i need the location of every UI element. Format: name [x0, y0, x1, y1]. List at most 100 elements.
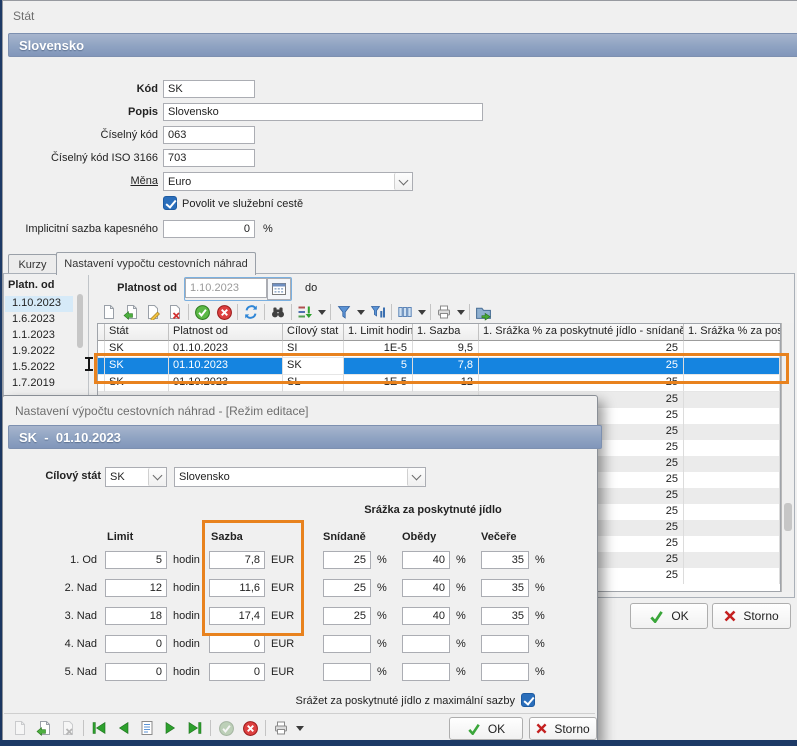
sazba-input-3[interactable]	[209, 607, 265, 625]
cilovy-stat-name-combo[interactable]: Slovensko	[174, 467, 426, 487]
table-scrollbar-thumb[interactable]	[784, 503, 792, 531]
table-row[interactable]: SK 01.10.2023 SL 1E-5 12 25	[98, 375, 780, 392]
limit-input-3[interactable]	[105, 607, 167, 625]
table-scrollbar[interactable]	[781, 323, 794, 592]
cell-limit: 5	[344, 358, 413, 375]
sazba-input-4[interactable]	[209, 635, 265, 653]
limit-input-2[interactable]	[105, 579, 167, 597]
tab-nastaveni-nahrad[interactable]: Nastavení vypočtu cestovních náhrad	[56, 252, 256, 275]
platn-item[interactable]: 1.10.2023	[5, 296, 73, 312]
sort-dropdown-caret[interactable]	[318, 310, 326, 315]
accept-icon[interactable]	[217, 719, 235, 737]
columns-icon[interactable]	[396, 303, 414, 321]
ok-button[interactable]: OK	[630, 603, 708, 629]
platn-item[interactable]: 1.6.2023	[5, 312, 73, 328]
columns-dropdown-caret[interactable]	[418, 310, 426, 315]
iso-kod-input[interactable]	[163, 149, 255, 167]
cilovy-stat-code-combo[interactable]: SK	[105, 467, 167, 487]
nav-prev-icon[interactable]	[114, 719, 132, 737]
cancel-icon[interactable]	[215, 303, 233, 321]
col-header[interactable]: 1. Limit hodin	[344, 324, 413, 341]
povolit-checkbox[interactable]	[163, 196, 177, 210]
limit-input-1[interactable]	[105, 551, 167, 569]
snidane-input-1[interactable]	[323, 551, 371, 569]
filter-icon[interactable]	[335, 303, 353, 321]
snidane-input-3[interactable]	[323, 607, 371, 625]
platn-item[interactable]: 1.7.2019	[5, 376, 73, 392]
table-row[interactable]: SK 01.10.2023 SI 1E-5 9,5 25	[98, 341, 780, 358]
cell-cilovy-editing[interactable]: SK	[283, 358, 344, 375]
platnost-od-date-input[interactable]: 1.10.2023	[185, 278, 267, 298]
vecere-input-1[interactable]	[481, 551, 529, 569]
print-dropdown-caret[interactable]	[296, 726, 304, 731]
popis-input[interactable]	[163, 103, 483, 121]
obedy-input-1[interactable]	[402, 551, 450, 569]
sort-icon[interactable]	[296, 303, 314, 321]
mena-combo[interactable]: Euro	[163, 172, 413, 191]
limit-input-5[interactable]	[105, 663, 167, 681]
search-icon[interactable]	[269, 303, 287, 321]
snidane-input-4[interactable]	[323, 635, 371, 653]
edit-record-icon[interactable]	[144, 303, 162, 321]
table-row-selected[interactable]: SK 01.10.2023 SK 5 7,8 25	[98, 358, 780, 375]
vecere-input-5[interactable]	[481, 663, 529, 681]
mena-dropdown-button[interactable]	[394, 173, 412, 190]
col-header[interactable]: 1. Srážka % za pos	[684, 324, 780, 341]
srazet-checkbox[interactable]	[521, 693, 535, 707]
kod-input[interactable]	[163, 80, 255, 98]
cancel-icon[interactable]	[241, 719, 259, 737]
col-header[interactable]: Cílový stat	[283, 324, 344, 341]
nav-next-icon[interactable]	[162, 719, 180, 737]
sazba-input-5[interactable]	[209, 663, 265, 681]
filter-graph-icon[interactable]	[369, 303, 387, 321]
cilovy-code-dropdown-button[interactable]	[148, 468, 166, 486]
col-header[interactable]: Stát	[105, 324, 169, 341]
platn-item[interactable]: 1.9.2022	[5, 344, 73, 360]
sazba-input-1[interactable]	[209, 551, 265, 569]
vecere-input-4[interactable]	[481, 635, 529, 653]
dialog-storno-button[interactable]: Storno	[529, 717, 597, 740]
platn-list-scrollbar[interactable]	[77, 294, 83, 348]
vecere-input-2[interactable]	[481, 579, 529, 597]
delete-record-icon[interactable]	[166, 303, 184, 321]
refresh-icon[interactable]	[242, 303, 260, 321]
platn-item[interactable]: 1.5.2022	[5, 360, 73, 376]
copy-record-icon[interactable]	[122, 303, 140, 321]
obedy-input-3[interactable]	[402, 607, 450, 625]
snidane-input-5[interactable]	[323, 663, 371, 681]
obedy-input-5[interactable]	[402, 663, 450, 681]
kapesne-input[interactable]	[163, 220, 255, 238]
vecere-input-3[interactable]	[481, 607, 529, 625]
calendar-button[interactable]	[267, 278, 291, 300]
delete-record-icon[interactable]	[59, 719, 77, 737]
snidane-input-2[interactable]	[323, 579, 371, 597]
toolbar-separator	[391, 304, 392, 320]
nav-list-icon[interactable]	[138, 719, 156, 737]
copy-record-icon[interactable]	[35, 719, 53, 737]
col-header[interactable]: Platnost od	[169, 324, 283, 341]
ciselny-kod-input[interactable]	[163, 126, 255, 144]
sazba-input-2[interactable]	[209, 579, 265, 597]
platn-item[interactable]: 1.1.2023	[5, 328, 73, 344]
export-folder-icon[interactable]	[474, 303, 492, 321]
nav-last-icon[interactable]	[186, 719, 204, 737]
col-header[interactable]: 1. Srážka % za poskytnuté jídlo - snídan…	[479, 324, 684, 341]
new-record-icon[interactable]	[100, 303, 118, 321]
cilovy-name-dropdown-button[interactable]	[407, 468, 425, 486]
obedy-input-4[interactable]	[402, 635, 450, 653]
chevron-down-icon	[399, 175, 409, 185]
print-icon[interactable]	[435, 303, 453, 321]
new-record-icon[interactable]	[11, 719, 29, 737]
accept-icon[interactable]	[193, 303, 211, 321]
pct-unit: %	[456, 554, 466, 566]
storno-button[interactable]: Storno	[712, 603, 791, 629]
nav-first-icon[interactable]	[90, 719, 108, 737]
tab-kurzy[interactable]: Kurzy	[8, 254, 57, 275]
print-icon[interactable]	[272, 719, 290, 737]
obedy-input-2[interactable]	[402, 579, 450, 597]
limit-input-4[interactable]	[105, 635, 167, 653]
print-dropdown-caret[interactable]	[457, 310, 465, 315]
col-header[interactable]: 1. Sazba	[413, 324, 479, 341]
dialog-ok-button[interactable]: OK	[449, 717, 523, 740]
filter-dropdown-caret[interactable]	[357, 310, 365, 315]
